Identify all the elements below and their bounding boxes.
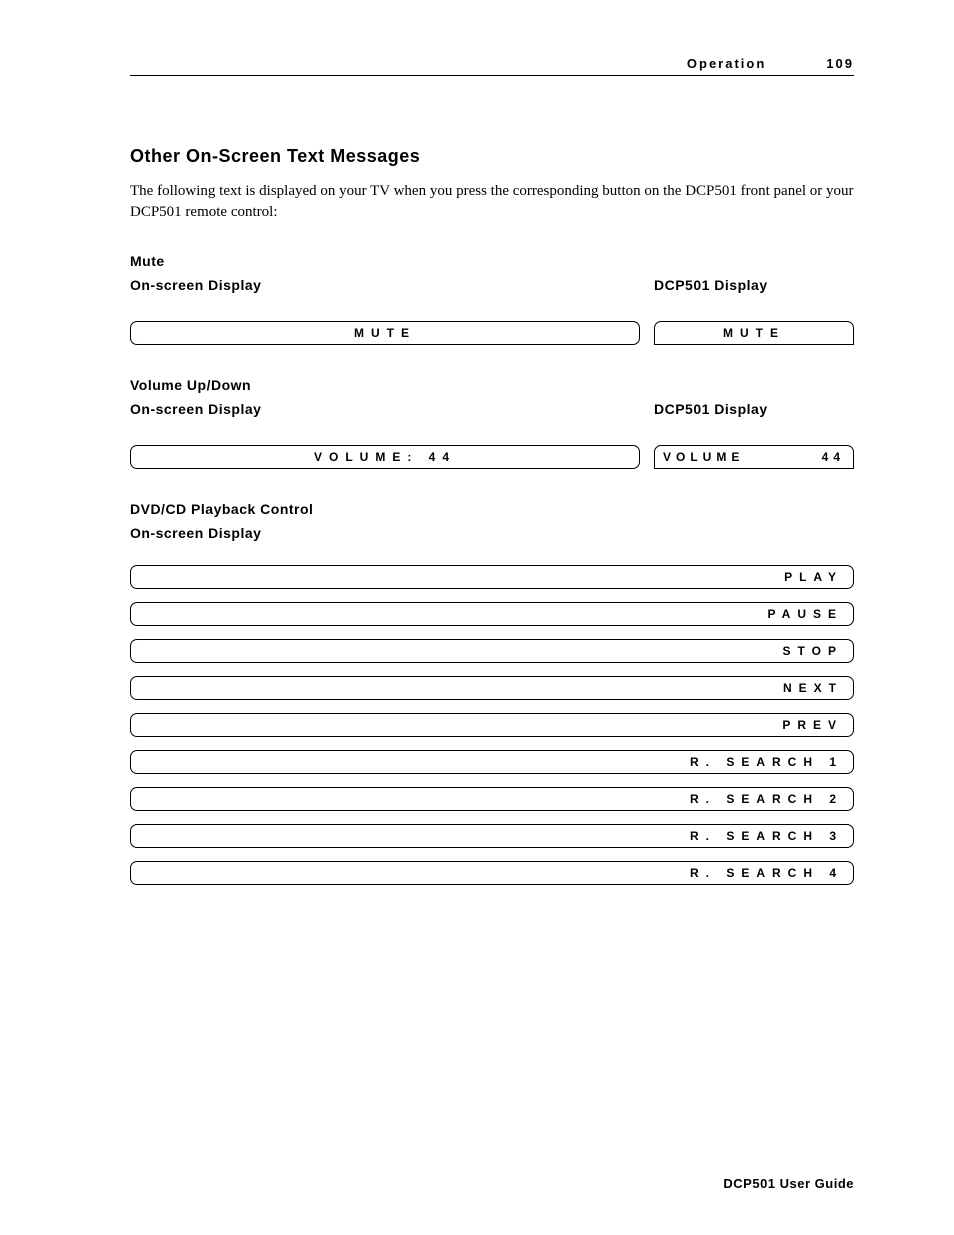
osd-display-box: NEXT	[130, 676, 854, 700]
osd-text: NEXT	[783, 681, 843, 695]
osd-text: R. SEARCH 4	[690, 866, 843, 880]
osd-label: On-screen Display	[130, 277, 650, 293]
page-header: Operation 109	[130, 56, 854, 76]
volume-row: VOLUME: 44 VOLUME 44	[130, 445, 854, 469]
osd-display-box: R. SEARCH 4	[130, 861, 854, 885]
header-page-number: 109	[826, 56, 854, 71]
osd-text: PLAY	[784, 570, 843, 584]
page: Operation 109 Other On-Screen Text Messa…	[0, 0, 954, 1235]
volume-column-labels: On-screen Display DCP501 Display	[130, 401, 854, 417]
volume-heading: Volume Up/Down	[130, 377, 854, 393]
section-title: Other On-Screen Text Messages	[130, 146, 854, 167]
dcp-text: MUTE	[723, 326, 785, 340]
osd-text: VOLUME: 44	[314, 450, 456, 464]
header-section: Operation	[687, 56, 766, 71]
mute-row: MUTE MUTE	[130, 321, 854, 345]
osd-text: STOP	[783, 644, 843, 658]
osd-display-box: R. SEARCH 2	[130, 787, 854, 811]
intro-paragraph: The following text is displayed on your …	[130, 181, 854, 223]
dcp-label: DCP501 Display	[654, 277, 854, 293]
osd-text: R. SEARCH 2	[690, 792, 843, 806]
playback-heading: DVD/CD Playback Control	[130, 501, 854, 517]
mute-heading: Mute	[130, 253, 854, 269]
osd-label: On-screen Display	[130, 525, 854, 541]
osd-text: PREV	[782, 718, 843, 732]
osd-text: R. SEARCH 1	[690, 755, 843, 769]
osd-display-box: PAUSE	[130, 602, 854, 626]
dcp-display-box: VOLUME 44	[654, 445, 854, 469]
osd-text: MUTE	[354, 326, 416, 340]
osd-display-box: PLAY	[130, 565, 854, 589]
mute-column-labels: On-screen Display DCP501 Display	[130, 277, 854, 293]
osd-text: PAUSE	[768, 607, 843, 621]
osd-display-box: STOP	[130, 639, 854, 663]
osd-display-box: MUTE	[130, 321, 640, 345]
footer-text: DCP501 User Guide	[723, 1176, 854, 1191]
osd-display-box: R. SEARCH 3	[130, 824, 854, 848]
osd-label: On-screen Display	[130, 401, 650, 417]
playback-list: PLAY PAUSE STOP NEXT PREV R. SEARCH 1 R.…	[130, 565, 854, 885]
dcp-text-left: VOLUME	[663, 450, 744, 464]
osd-display-box: PREV	[130, 713, 854, 737]
dcp-text-right: 44	[822, 450, 845, 464]
dcp-label: DCP501 Display	[654, 401, 854, 417]
dcp-display-box: MUTE	[654, 321, 854, 345]
osd-display-box: R. SEARCH 1	[130, 750, 854, 774]
osd-text: R. SEARCH 3	[690, 829, 843, 843]
osd-display-box: VOLUME: 44	[130, 445, 640, 469]
